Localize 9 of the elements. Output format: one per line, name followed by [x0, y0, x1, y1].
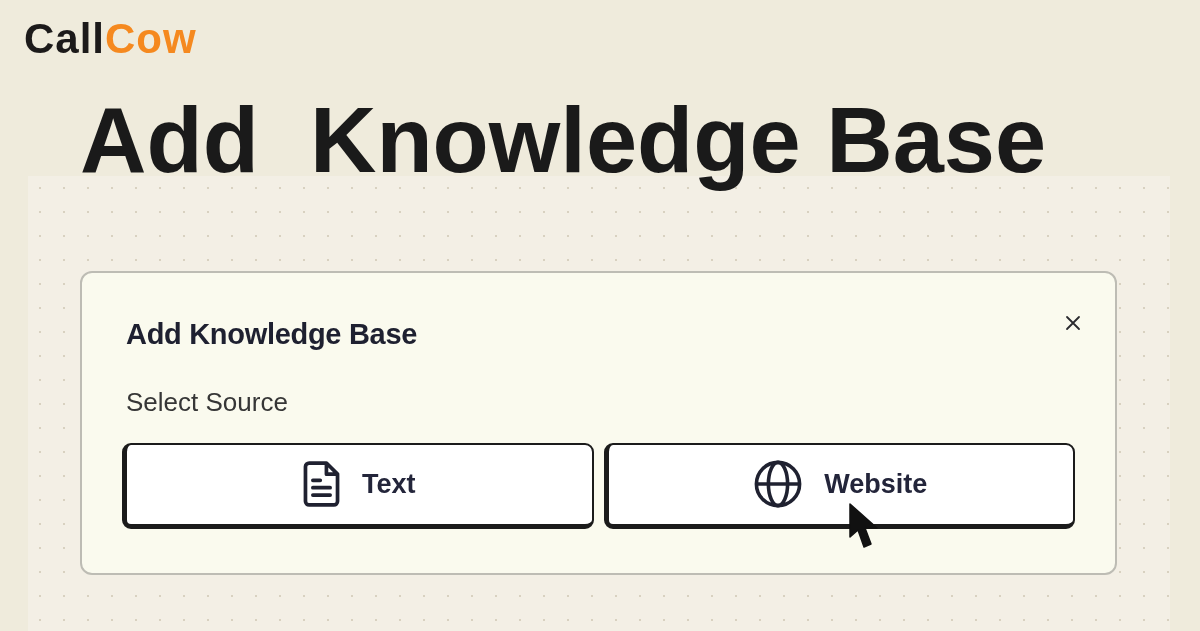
close-icon[interactable] [1065, 315, 1081, 332]
field-label: Select Source [126, 388, 288, 417]
logo: CallCow [24, 18, 197, 60]
globe-icon [754, 460, 803, 509]
source-button[interactable]: Text [122, 442, 594, 529]
cursor-icon [848, 502, 879, 549]
document-icon [303, 460, 340, 509]
headline: Add Knowledge Base [80, 88, 1047, 193]
dialog-title: Add Knowledge Base [126, 319, 418, 352]
